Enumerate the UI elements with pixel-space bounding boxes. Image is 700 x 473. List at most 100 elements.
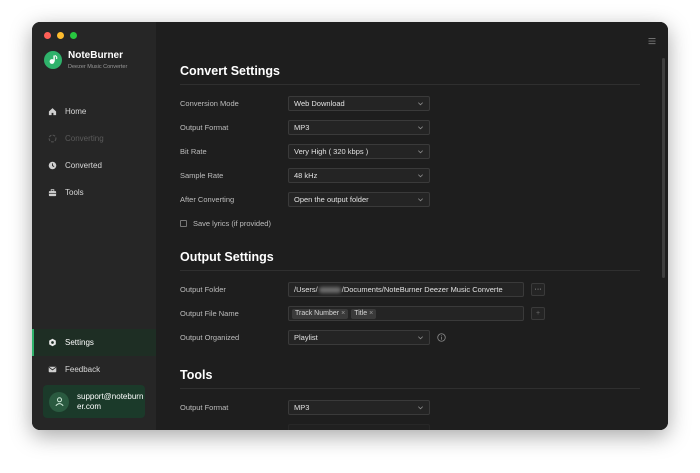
sidebar: NoteBurner Deezer Music Converter Home C… [32, 22, 156, 430]
chevron-down-icon [418, 150, 423, 154]
chevron-down-icon [418, 336, 423, 340]
output-folder-label: Output Folder [180, 285, 226, 294]
app-subtitle: Deezer Music Converter [68, 64, 128, 70]
sample-rate-value: 48 kHz [294, 171, 318, 180]
sidebar-item-label: Converting [65, 134, 104, 143]
output-format-select[interactable]: MP3 [288, 120, 430, 135]
tools-output-format-value: MP3 [294, 403, 310, 412]
sidebar-item-label: Tools [65, 188, 84, 197]
filename-tag-title: Title × [351, 308, 377, 319]
output-settings-section: Output Settings Output Folder /Users/ /D… [180, 250, 640, 350]
sidebar-item-converting[interactable]: Converting [32, 125, 156, 152]
settings-icon [49, 338, 56, 347]
conversion-mode-label: Conversion Mode [180, 99, 239, 108]
tag-label: Track Number [295, 310, 340, 317]
support-email: support@noteburner.com [77, 391, 144, 411]
conversion-mode-value: Web Download [294, 99, 345, 108]
sidebar-item-label: Home [65, 107, 87, 116]
after-converting-label: After Converting [180, 195, 235, 204]
after-converting-row: After Converting Open the output folder [180, 192, 640, 207]
ellipsis-icon: ··· [534, 286, 542, 293]
sidebar-item-label: Feedback [65, 365, 101, 374]
bit-rate-value: Very High ( 320 kbps ) [294, 147, 369, 156]
chevron-down-icon [418, 406, 423, 410]
chevron-down-icon [418, 198, 423, 202]
sidebar-item-settings[interactable]: Settings [32, 329, 156, 356]
save-lyrics-checkbox[interactable] [180, 219, 187, 227]
sample-rate-select[interactable]: 48 kHz [288, 168, 430, 183]
after-converting-select[interactable]: Open the output folder [288, 192, 430, 207]
window-controls [44, 32, 77, 39]
noteburner-logo-icon [44, 51, 62, 69]
plus-icon: + [535, 310, 541, 317]
convert-settings-section: Convert Settings Conversion Mode Web Dow… [180, 64, 640, 234]
menu-icon[interactable] [648, 32, 656, 50]
output-file-name-input[interactable]: Track Number × Title × [288, 306, 524, 321]
sample-rate-label: Sample Rate [180, 171, 224, 180]
user-avatar-icon [49, 391, 69, 412]
chevron-down-icon [418, 102, 423, 106]
info-icon[interactable] [437, 333, 446, 342]
tools-output-format-select[interactable]: MP3 [288, 400, 430, 415]
tools-partial-row [180, 424, 640, 430]
output-folder-path-end: /Documents/NoteBurner Deezer Music Conve… [341, 285, 503, 294]
home-icon [48, 108, 57, 116]
conversion-mode-select[interactable]: Web Download [288, 96, 430, 111]
output-format-row: Output Format MP3 [180, 120, 640, 135]
tools-title: Tools [180, 368, 640, 389]
output-organized-value: Playlist [294, 333, 318, 342]
conversion-mode-row: Conversion Mode Web Download [180, 96, 640, 111]
scrollbar[interactable] [662, 58, 665, 278]
tag-label: Title [354, 310, 368, 317]
toolbox-icon [48, 189, 57, 197]
output-organized-select[interactable]: Playlist [288, 330, 430, 345]
output-file-name-row: Output File Name Track Number × Title × … [180, 306, 640, 321]
tools-output-format-row: Output Format MP3 [180, 400, 640, 415]
sidebar-item-home[interactable]: Home [32, 98, 156, 125]
output-organized-row: Output Organized Playlist [180, 330, 640, 345]
output-folder-input[interactable]: /Users/ /Documents/NoteBurner Deezer Mus… [288, 282, 524, 297]
minimize-window-button[interactable] [57, 32, 64, 39]
sidebar-item-converted[interactable]: Converted [32, 152, 156, 179]
save-lyrics-label: Save lyrics (if provided) [193, 218, 271, 228]
output-format-value: MP3 [294, 123, 310, 132]
tools-partial-select[interactable] [288, 424, 430, 430]
filename-tag-track-number: Track Number × [292, 308, 349, 319]
bit-rate-label: Bit Rate [180, 147, 207, 156]
sidebar-item-label: Settings [65, 338, 94, 347]
sidebar-bottom-nav: Settings Feedback [32, 329, 156, 383]
sidebar-item-tools[interactable]: Tools [32, 179, 156, 206]
app-window: NoteBurner Deezer Music Converter Home C… [32, 22, 668, 430]
add-filename-tag-button[interactable]: + [531, 307, 545, 320]
output-file-name-label: Output File Name [180, 309, 239, 318]
sample-rate-row: Sample Rate 48 kHz [180, 168, 640, 183]
save-lyrics-row: Save lyrics (if provided) [180, 217, 271, 229]
close-window-button[interactable] [44, 32, 51, 39]
zoom-window-button[interactable] [70, 32, 77, 39]
convert-settings-title: Convert Settings [180, 64, 640, 85]
sidebar-item-feedback[interactable]: Feedback [32, 356, 156, 383]
output-folder-row: Output Folder /Users/ /Documents/NoteBur… [180, 282, 640, 297]
sidebar-nav: Home Converting Converted Tools [32, 98, 156, 206]
output-format-label: Output Format [180, 123, 229, 132]
browse-folder-button[interactable]: ··· [531, 283, 545, 296]
tools-output-format-label: Output Format [180, 403, 229, 412]
bit-rate-select[interactable]: Very High ( 320 kbps ) [288, 144, 430, 159]
output-organized-label: Output Organized [180, 333, 240, 342]
bit-rate-row: Bit Rate Very High ( 320 kbps ) [180, 144, 640, 159]
chevron-down-icon [418, 126, 423, 130]
remove-tag-icon[interactable]: × [369, 310, 373, 317]
tools-section: Tools Output Format MP3 [180, 368, 640, 430]
app-name: NoteBurner [68, 50, 124, 61]
settings-panel: Convert Settings Conversion Mode Web Dow… [156, 22, 668, 430]
redacted-username [318, 286, 341, 293]
output-settings-title: Output Settings [180, 250, 640, 271]
mail-icon [48, 366, 57, 373]
clock-icon [48, 161, 57, 170]
app-brand: NoteBurner Deezer Music Converter [44, 50, 127, 72]
converting-icon [48, 134, 57, 143]
output-folder-path-start: /Users/ [294, 285, 318, 294]
remove-tag-icon[interactable]: × [341, 310, 345, 317]
after-converting-value: Open the output folder [294, 195, 369, 204]
support-contact-button[interactable]: support@noteburner.com [43, 385, 145, 418]
